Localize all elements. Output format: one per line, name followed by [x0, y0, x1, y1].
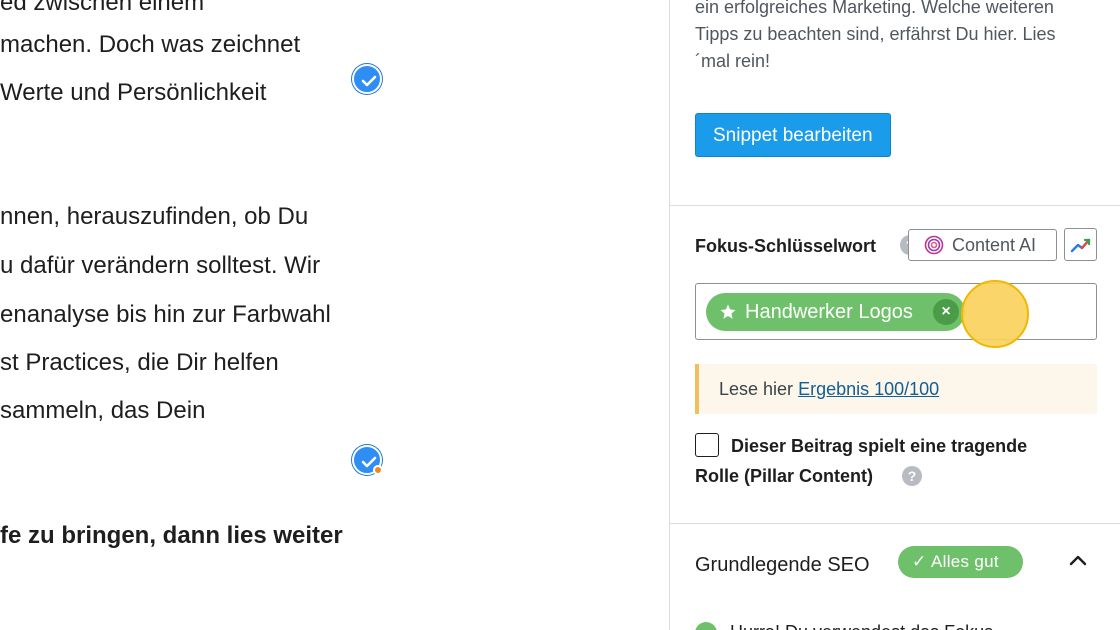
basic-seo-title[interactable]: Grundlegende SEO [695, 552, 870, 578]
chevron-up-icon[interactable] [1068, 553, 1088, 567]
paragraph-line-bold[interactable]: fe zu bringen, dann lies weiter [0, 521, 343, 551]
check-icon: ✓ [912, 552, 927, 571]
check-circle-icon[interactable] [352, 64, 382, 94]
paragraph-line[interactable]: machen. Doch was zeichnet [0, 30, 300, 60]
trend-icon [1070, 238, 1091, 253]
focus-keyword-label: Fokus-Schlüsselwort [695, 236, 877, 256]
seo-check-item: Hurra! Du verwendest das Fokus [730, 620, 993, 630]
score-notice: Lese hier Ergebnis 100/100 [695, 364, 1097, 414]
status-badge-label: Alles gut [931, 552, 999, 571]
paragraph-line[interactable]: st Practices, die Dir helfen [0, 348, 279, 378]
help-icon[interactable]: ? [902, 466, 922, 486]
content-ai-button[interactable]: Content AI [908, 229, 1057, 261]
section-divider [670, 523, 1120, 524]
snippet-description: ein erfolgreiches Marketing. Welche weit… [695, 0, 1056, 71]
focus-keyword-input[interactable]: Handwerker Logos × [695, 283, 1097, 340]
paragraph-line[interactable]: Werte und Persönlichkeit [0, 78, 266, 108]
section-divider [670, 205, 1120, 206]
notice-text: Lese hier [719, 379, 799, 399]
seo-sidebar: ein erfolgreiches Marketing. Welche weit… [670, 0, 1120, 630]
pillar-content-checkbox[interactable] [695, 433, 719, 457]
pillar-content-label-cont: Rolle (Pillar Content) [695, 466, 874, 486]
cursor-highlight [961, 280, 1029, 348]
paragraph-line[interactable]: nnen, herauszufinden, ob Du [0, 202, 308, 232]
editor-content[interactable]: ed zwischen einem machen. Doch was zeich… [0, 0, 669, 630]
paragraph-line[interactable]: sammeln, das Dein [0, 396, 205, 426]
paragraph-line[interactable]: ed zwischen einem [0, 0, 204, 18]
score-result-link[interactable]: Ergebnis 100/100 [798, 379, 939, 399]
paragraph-line[interactable]: enanalyse bis hin zur Farbwahl [0, 300, 331, 330]
status-badge: ✓ Alles gut [898, 546, 1023, 578]
pillar-content-label: Dieser Beitrag spielt eine tragende [731, 436, 1028, 456]
star-icon [720, 304, 736, 319]
paragraph-line[interactable]: u dafür verändern solltest. Wir [0, 251, 320, 281]
trends-button[interactable] [1064, 228, 1097, 261]
keyword-tag[interactable]: Handwerker Logos × [706, 293, 965, 331]
notification-dot [373, 465, 383, 475]
keyword-tag-label: Handwerker Logos [745, 301, 913, 323]
check-circle-icon[interactable] [352, 445, 383, 475]
edit-snippet-button[interactable]: Snippet bearbeiten [695, 113, 891, 157]
content-ai-icon [924, 235, 944, 255]
close-icon[interactable]: × [933, 299, 959, 325]
check-status-icon [695, 622, 717, 630]
content-ai-label: Content AI [952, 235, 1037, 255]
